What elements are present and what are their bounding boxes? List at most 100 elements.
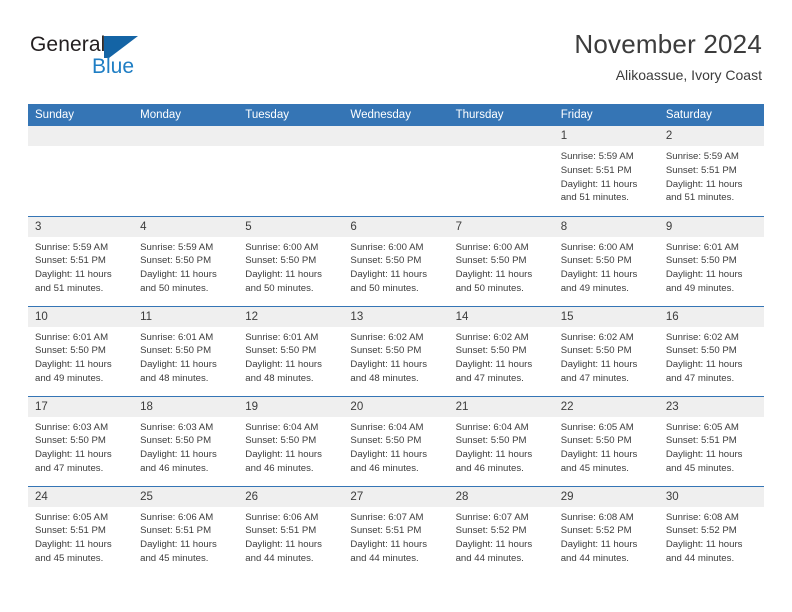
daylight-duration-line1: Daylight: 11 hours: [665, 539, 743, 551]
calendar-day-cell[interactable]: 27 Sunrise: 6:07 AM Sunset: 5:51 PM Dayligh…: [343, 485, 449, 576]
daylight-duration-line2: and 47 minutes.: [665, 372, 735, 384]
daylight-duration-line1: Daylight: 11 hours: [140, 539, 217, 551]
weekday-header-friday: Friday: [553, 104, 659, 126]
daylight-duration-line2: and 44 minutes.: [350, 552, 419, 564]
sunset-time: Sunset: 5:51 PM: [560, 164, 632, 176]
sunset-time: Sunset: 5:52 PM: [455, 525, 527, 537]
calendar-day-cell[interactable]: 22 Sunrise: 6:05 AM Sunset: 5:50 PM Dayligh…: [553, 395, 659, 486]
day-details: Sunrise: 6:05 AM Sunset: 5:50 PM Daylight:…: [554, 417, 659, 475]
sunset-time: Sunset: 5:50 PM: [35, 435, 106, 447]
daylight-duration-line1: Daylight: 11 hours: [35, 539, 112, 551]
calendar-day-cell[interactable]: 11 Sunrise: 6:01 AM Sunset: 5:50 PM Dayligh…: [133, 305, 239, 396]
daylight-duration-line1: Daylight: 11 hours: [455, 449, 533, 461]
sunrise-time: Sunrise: 6:08 AM: [665, 511, 739, 523]
daylight-duration-line2: and 44 minutes.: [455, 552, 524, 564]
daylight-duration-line1: Daylight: 11 hours: [665, 269, 743, 281]
sunrise-time: Sunrise: 6:08 AM: [560, 511, 634, 523]
calendar-day-cell[interactable]: 30 Sunrise: 6:08 AM Sunset: 5:52 PM Dayligh…: [658, 485, 764, 576]
sunrise-time: Sunrise: 6:00 AM: [455, 241, 529, 253]
sunrise-time: Sunrise: 6:00 AM: [560, 241, 634, 253]
day-number: 29: [553, 486, 659, 507]
day-details: Sunrise: 5:59 AM Sunset: 5:50 PM Daylight:…: [133, 237, 238, 295]
calendar-day-cell[interactable]: 3 Sunrise: 5:59 AM Sunset: 5:51 PM Daylight…: [28, 215, 134, 306]
daylight-duration-line2: and 46 minutes.: [245, 462, 314, 474]
daylight-duration-line1: Daylight: 11 hours: [350, 359, 428, 371]
daylight-duration-line2: and 46 minutes.: [350, 462, 419, 474]
day-details: Sunrise: 6:08 AM Sunset: 5:52 PM Daylight:…: [554, 507, 659, 565]
day-details: Sunrise: 6:07 AM Sunset: 5:52 PM Daylight:…: [449, 507, 554, 565]
daylight-duration-line2: and 51 minutes.: [560, 192, 629, 204]
calendar-day-cell[interactable]: 24 Sunrise: 6:05 AM Sunset: 5:51 PM Dayligh…: [28, 485, 134, 576]
general-blue-logo[interactable]: General Blue: [30, 34, 210, 82]
sunset-time: Sunset: 5:50 PM: [455, 345, 527, 357]
day-number: 6: [343, 216, 449, 237]
day-details: Sunrise: 6:01 AM Sunset: 5:50 PM Daylight:…: [133, 327, 238, 385]
calendar-day-cell[interactable]: 9 Sunrise: 6:01 AM Sunset: 5:50 PM Daylight…: [658, 215, 764, 306]
daylight-duration-line1: Daylight: 11 hours: [140, 449, 217, 461]
calendar-day-cell-empty: [133, 126, 239, 216]
sunrise-time: Sunrise: 6:00 AM: [350, 241, 424, 253]
sunset-time: Sunset: 5:50 PM: [455, 435, 527, 447]
calendar-day-cell[interactable]: 19 Sunrise: 6:04 AM Sunset: 5:50 PM Dayligh…: [238, 395, 344, 486]
day-number: 17: [28, 396, 134, 417]
sunrise-time: Sunrise: 6:01 AM: [140, 331, 214, 343]
calendar-day-cell[interactable]: 6 Sunrise: 6:00 AM Sunset: 5:50 PM Daylight…: [343, 215, 449, 306]
calendar-day-cell[interactable]: 23 Sunrise: 6:05 AM Sunset: 5:51 PM Dayligh…: [658, 395, 764, 486]
calendar-day-cell[interactable]: 1 Sunrise: 5:59 AM Sunset: 5:51 PM Daylight…: [553, 126, 659, 216]
calendar-day-cell[interactable]: 16 Sunrise: 6:02 AM Sunset: 5:50 PM Dayligh…: [658, 305, 764, 396]
daylight-duration-line1: Daylight: 11 hours: [350, 269, 428, 281]
calendar-day-cell[interactable]: 8 Sunrise: 6:00 AM Sunset: 5:50 PM Daylight…: [553, 215, 659, 306]
day-number: 2: [658, 126, 764, 147]
calendar-day-cell[interactable]: 10 Sunrise: 6:01 AM Sunset: 5:50 PM Dayligh…: [28, 305, 134, 396]
calendar-day-cell[interactable]: 2 Sunrise: 5:59 AM Sunset: 5:51 PM Daylight…: [658, 126, 764, 216]
day-number: 13: [343, 306, 449, 327]
sunrise-time: Sunrise: 6:05 AM: [560, 421, 634, 433]
calendar-day-cell[interactable]: 29 Sunrise: 6:08 AM Sunset: 5:52 PM Dayligh…: [553, 485, 659, 576]
calendar-day-cell-empty: [448, 126, 554, 216]
calendar-day-cell[interactable]: 18 Sunrise: 6:03 AM Sunset: 5:50 PM Dayligh…: [133, 395, 239, 486]
sunset-time: Sunset: 5:50 PM: [140, 435, 212, 447]
daylight-duration-line2: and 50 minutes.: [245, 282, 314, 294]
sunrise-time: Sunrise: 6:05 AM: [35, 511, 109, 523]
calendar-day-cell[interactable]: 20 Sunrise: 6:04 AM Sunset: 5:50 PM Dayligh…: [343, 395, 449, 486]
calendar-day-cell[interactable]: 5 Sunrise: 6:00 AM Sunset: 5:50 PM Daylight…: [238, 215, 344, 306]
daylight-duration-line2: and 46 minutes.: [140, 462, 209, 474]
calendar-day-cell[interactable]: 21 Sunrise: 6:04 AM Sunset: 5:50 PM Dayligh…: [448, 395, 554, 486]
page-title: November 2024: [574, 29, 762, 59]
calendar-day-cell[interactable]: 4 Sunrise: 5:59 AM Sunset: 5:50 PM Daylight…: [133, 215, 239, 306]
sunset-time: Sunset: 5:51 PM: [665, 164, 737, 176]
day-details: Sunrise: 6:02 AM Sunset: 5:50 PM Daylight:…: [659, 327, 764, 385]
calendar-day-cell[interactable]: 12 Sunrise: 6:01 AM Sunset: 5:50 PM Dayligh…: [238, 305, 344, 396]
sunrise-time: Sunrise: 6:00 AM: [245, 241, 319, 253]
day-details: Sunrise: 6:03 AM Sunset: 5:50 PM Daylight:…: [28, 417, 133, 475]
calendar-day-cell[interactable]: 15 Sunrise: 6:02 AM Sunset: 5:50 PM Dayligh…: [553, 305, 659, 396]
calendar-day-cell[interactable]: 7 Sunrise: 6:00 AM Sunset: 5:50 PM Daylight…: [448, 215, 554, 306]
sunrise-time: Sunrise: 6:07 AM: [455, 511, 529, 523]
day-number: 1: [553, 126, 659, 147]
weekday-header-tuesday: Tuesday: [238, 104, 344, 126]
sunrise-time: Sunrise: 6:04 AM: [245, 421, 319, 433]
day-number: 8: [553, 216, 659, 237]
calendar-day-cell[interactable]: 14 Sunrise: 6:02 AM Sunset: 5:50 PM Dayligh…: [448, 305, 554, 396]
sunrise-time: Sunrise: 6:07 AM: [350, 511, 424, 523]
calendar-day-cell[interactable]: 17 Sunrise: 6:03 AM Sunset: 5:50 PM Dayligh…: [28, 395, 134, 486]
day-number: 19: [238, 396, 344, 417]
sunrise-time: Sunrise: 6:05 AM: [665, 421, 739, 433]
calendar-day-cell[interactable]: 25 Sunrise: 6:06 AM Sunset: 5:51 PM Dayligh…: [133, 485, 239, 576]
daylight-duration-line1: Daylight: 11 hours: [665, 449, 743, 461]
daylight-duration-line1: Daylight: 11 hours: [35, 449, 112, 461]
day-number: 30: [658, 486, 764, 507]
calendar-day-cell[interactable]: 26 Sunrise: 6:06 AM Sunset: 5:51 PM Dayligh…: [238, 485, 344, 576]
sunrise-time: Sunrise: 6:03 AM: [140, 421, 214, 433]
day-details: Sunrise: 6:06 AM Sunset: 5:51 PM Daylight:…: [238, 507, 343, 565]
sunrise-time: Sunrise: 6:02 AM: [350, 331, 424, 343]
day-number: [28, 126, 134, 147]
calendar-page: General Blue November 2024 Alikoassue, I…: [0, 0, 792, 612]
day-details: Sunrise: 6:05 AM Sunset: 5:51 PM Daylight:…: [659, 417, 764, 475]
daylight-duration-line2: and 44 minutes.: [245, 552, 314, 564]
daylight-duration-line2: and 45 minutes.: [140, 552, 209, 564]
sunset-time: Sunset: 5:51 PM: [140, 525, 212, 537]
calendar-day-cell[interactable]: 13 Sunrise: 6:02 AM Sunset: 5:50 PM Dayligh…: [343, 305, 449, 396]
calendar-week-row: 17 Sunrise: 6:03 AM Sunset: 5:50 PM Dayligh…: [28, 395, 764, 486]
calendar-day-cell[interactable]: 28 Sunrise: 6:07 AM Sunset: 5:52 PM Dayligh…: [448, 485, 554, 576]
